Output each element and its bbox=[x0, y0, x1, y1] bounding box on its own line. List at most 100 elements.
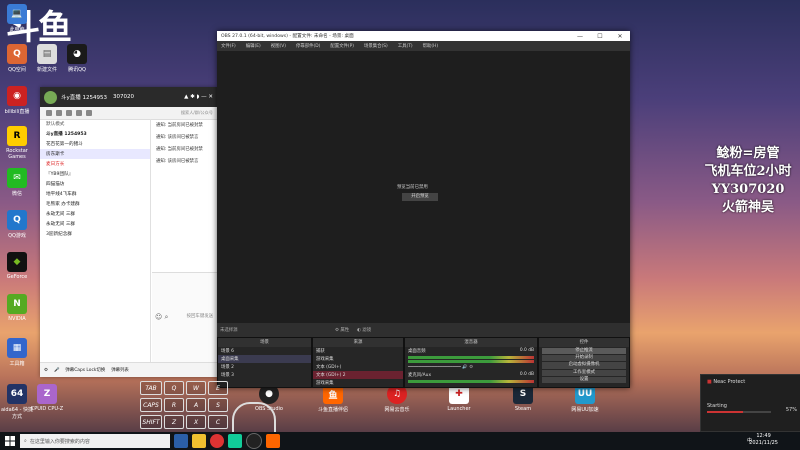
window-controls[interactable]: ▲ ✱ ◗ — ✕ bbox=[184, 94, 213, 100]
properties-button[interactable]: ⚙ 属性 bbox=[335, 327, 349, 333]
source-item[interactable]: 捕获 bbox=[313, 347, 403, 355]
desktop-icon-nvidia[interactable]: N NVIDIA bbox=[0, 294, 34, 322]
menu-profile[interactable]: 配置文件(P) bbox=[330, 43, 354, 49]
menu-docks[interactable]: 停靠部件(D) bbox=[296, 43, 320, 49]
start-recording-button[interactable]: 开始录制 bbox=[542, 355, 626, 362]
list-item[interactable]: 斗y直播 1254953 bbox=[40, 129, 150, 139]
neac-status: Starting bbox=[707, 403, 727, 409]
desktop-icon-aida64[interactable]: 64 aida64 - 快捷方式 bbox=[0, 384, 34, 420]
list-item[interactable]: 『YB9团队』 bbox=[40, 169, 150, 179]
desktop-icon-new-file[interactable]: ▤ 新建文件 bbox=[30, 44, 64, 73]
taskbar-search-input[interactable]: ⌕ 在这里输入你要搜索的内容 bbox=[20, 434, 170, 448]
maximize-icon[interactable]: ☐ bbox=[590, 31, 610, 41]
key-x: X bbox=[186, 415, 206, 429]
task-view-icon[interactable] bbox=[174, 434, 188, 448]
tool-icon[interactable] bbox=[56, 110, 62, 116]
enable-preview-button[interactable]: 开启预览 bbox=[402, 193, 438, 201]
settings-button[interactable]: 设置 bbox=[542, 376, 626, 383]
settings-icon[interactable]: ⚙ bbox=[44, 368, 48, 373]
qzone-icon: Q bbox=[7, 44, 27, 64]
scene-item[interactable]: 场景 2 bbox=[218, 363, 311, 371]
source-item[interactable]: 文本 (GDI+) 2 bbox=[313, 371, 403, 379]
menu-scene-collection[interactable]: 场景集合(S) bbox=[364, 43, 388, 49]
obs-taskbar-icon[interactable] bbox=[246, 433, 262, 449]
controls-dock: 控件 停止推流 开始录制 启动虚拟摄像机 工作室模式 设置 bbox=[538, 337, 630, 388]
desktop-icon-douyu[interactable]: 鱼斗鱼直播伴侣 bbox=[316, 384, 350, 413]
desktop-icon-steam[interactable]: S Steam bbox=[506, 384, 540, 412]
volume-slider[interactable]: ━━━━━━━━━━━━━━━━━━━━ 🔊 ⚙ bbox=[405, 364, 537, 371]
list-item[interactable]: 永劫无间 三群 bbox=[40, 209, 150, 219]
scenes-dock: 场景 场景 6 桌面采集 场景 2 场景 3 bbox=[217, 337, 312, 388]
tool-icon[interactable] bbox=[86, 110, 92, 116]
menu-view[interactable]: 视图(V) bbox=[271, 43, 286, 49]
desktop-icon-bilibili[interactable]: ◉ bilibili直播 bbox=[0, 86, 34, 115]
qq-taskbar-icon[interactable] bbox=[228, 434, 242, 448]
search-input[interactable]: 搜索人/群/公众号 bbox=[181, 110, 213, 116]
desktop-icon-this-pc[interactable]: 💻 此电脑 bbox=[0, 4, 34, 33]
close-icon[interactable]: ✕ bbox=[610, 31, 630, 41]
tool-icon[interactable] bbox=[76, 110, 82, 116]
browser-icon[interactable] bbox=[210, 434, 224, 448]
studio-mode-button[interactable]: 工作室模式 bbox=[542, 369, 626, 376]
list-item[interactable]: 毛熊家 办卡建群 bbox=[40, 199, 150, 209]
overlay-line: 飞机车位2小时 bbox=[704, 164, 792, 179]
input-hint: 按回车键发送 bbox=[186, 314, 213, 319]
list-item[interactable]: 四猫猫访 bbox=[40, 179, 150, 189]
desktop-icon-toolbox[interactable]: ▦ 工具箱 bbox=[0, 338, 34, 367]
desktop-icon-netease-music[interactable]: ♫ 网易云音乐 bbox=[380, 384, 414, 413]
list-item[interactable]: 房东斯卡 bbox=[40, 149, 150, 159]
system-clock[interactable]: 12:49 2021/11/25 bbox=[749, 433, 778, 447]
source-item[interactable]: 文本 (GDI+) bbox=[313, 363, 403, 371]
menu-edit[interactable]: 编辑(E) bbox=[246, 43, 261, 49]
input-language[interactable]: 中 bbox=[747, 437, 752, 444]
danmu-toggle[interactable]: 弹幕Caps Lock切换 bbox=[65, 367, 105, 373]
key-s: S bbox=[208, 398, 228, 412]
tool-icon[interactable] bbox=[66, 110, 72, 116]
list-item[interactable]: 麦日方长 bbox=[40, 159, 150, 169]
scene-item[interactable]: 桌面采集 bbox=[218, 355, 311, 363]
desktop-icon-qzone[interactable]: Q QQ空间 bbox=[0, 44, 34, 73]
room-id: 307020 bbox=[113, 94, 134, 100]
scene-item[interactable]: 场景 3 bbox=[218, 371, 311, 379]
menu-tools[interactable]: 工具(T) bbox=[398, 43, 413, 49]
danmu-list[interactable]: 弹幕列表 bbox=[111, 367, 129, 373]
notice-item: 通知: 当前房间已被封禁 bbox=[156, 123, 203, 128]
source-item[interactable]: 游戏采集 bbox=[313, 355, 403, 363]
mode-label[interactable]: 默认模式 bbox=[40, 119, 150, 129]
desktop-icon-rockstar[interactable]: R Rockstar Games bbox=[0, 126, 34, 160]
menu-file[interactable]: 文件(F) bbox=[221, 43, 236, 49]
obs-preview[interactable]: 预览当前已禁用 开启预览 bbox=[217, 51, 630, 323]
desktop-icon-qqgame[interactable]: Q QQ游戏 bbox=[0, 210, 34, 239]
douyu-taskbar-icon[interactable] bbox=[266, 434, 280, 448]
qq-penguin-icon: ◕ bbox=[67, 44, 87, 64]
file-explorer-icon[interactable] bbox=[192, 434, 206, 448]
list-item[interactable]: 永劫无间 三群 bbox=[40, 219, 150, 229]
list-item[interactable]: 地平线4飞车群 bbox=[40, 189, 150, 199]
list-item[interactable]: 3迎新纪念群 bbox=[40, 229, 150, 239]
desktop-icon-launcher[interactable]: ✚ Launcher bbox=[442, 384, 476, 412]
neac-icon: ■ bbox=[707, 379, 712, 385]
menu-help[interactable]: 帮助(H) bbox=[423, 43, 439, 49]
desktop-icon-qq[interactable]: ◕ 腾讯QQ bbox=[60, 44, 94, 73]
desktop-icon-geforce[interactable]: ◆ GeForce bbox=[0, 252, 34, 280]
avatar[interactable] bbox=[44, 90, 57, 104]
desktop-icon-cpuz[interactable]: Z CPUID CPU-Z bbox=[30, 384, 64, 412]
stop-streaming-button[interactable]: 停止推流 bbox=[542, 348, 626, 355]
minimize-icon[interactable]: — bbox=[570, 31, 590, 41]
filters-button[interactable]: ◐ 滤镜 bbox=[357, 327, 371, 333]
windows-start-icon[interactable] bbox=[0, 432, 20, 450]
mic-icon[interactable]: 🎤 bbox=[54, 368, 59, 373]
controls-dock-title: 控件 bbox=[539, 338, 629, 347]
desktop-icon-wegame[interactable]: ✉ 微信 bbox=[0, 168, 34, 197]
virtual-camera-button[interactable]: 启动虚拟摄像机 bbox=[542, 362, 626, 369]
key-shift: SHIFT bbox=[140, 415, 162, 429]
sources-dock: 来源 捕获 游戏采集 文本 (GDI+) 文本 (GDI+) 2 游戏采集 bbox=[312, 337, 404, 388]
list-item[interactable]: 花百花第一的猪斗 bbox=[40, 139, 150, 149]
tool-icon[interactable] bbox=[46, 110, 52, 116]
scene-item[interactable]: 场景 6 bbox=[218, 347, 311, 355]
search-icon: ⌕ bbox=[24, 438, 27, 444]
source-item[interactable]: 游戏采集 bbox=[313, 379, 403, 387]
desktop-icon-uu[interactable]: UU 网易UU加速 bbox=[568, 384, 602, 413]
message-input[interactable]: ☺ ⌕ 按回车键发送 bbox=[152, 272, 217, 363]
emoji-icon[interactable]: ☺ ⌕ bbox=[155, 313, 168, 322]
